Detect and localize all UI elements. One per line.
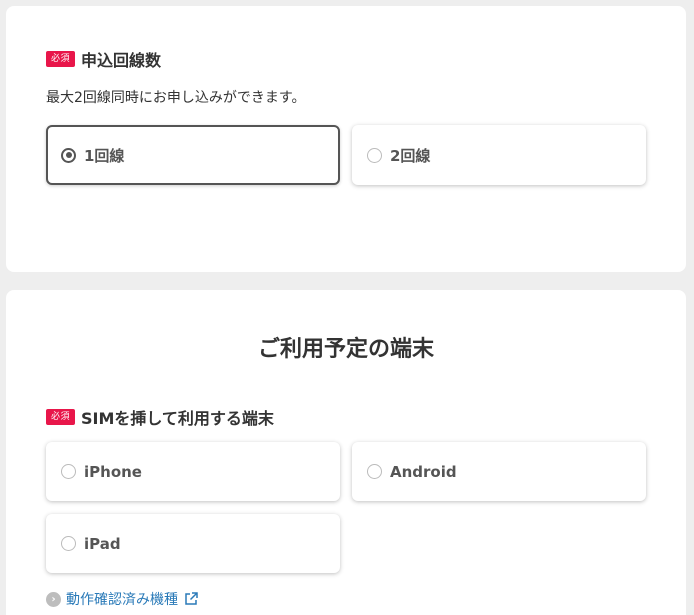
option-label: 1回線 <box>84 146 125 165</box>
external-link-icon <box>183 591 199 607</box>
option-iphone[interactable]: iPhone <box>46 442 340 501</box>
option-2-lines[interactable]: 2回線 <box>352 125 646 185</box>
radio-checked-icon[interactable] <box>61 147 76 163</box>
device-heading: 必須 SIMを挿して利用する端末 <box>46 405 274 429</box>
radio-unchecked-icon[interactable] <box>61 464 76 479</box>
radio-unchecked-icon[interactable] <box>367 464 382 479</box>
required-badge: 必須 <box>46 51 76 67</box>
option-label: iPhone <box>84 462 142 481</box>
lines-description: 最大2回線同時にお申し込みができます。 <box>46 90 306 106</box>
device-card: ご利用予定の端末 必須 SIMを挿して利用する端末 iPhone Android… <box>6 290 686 615</box>
section-title: ご利用予定の端末 <box>257 337 434 362</box>
chevron-right-circle-icon: › <box>46 591 61 607</box>
radio-unchecked-icon[interactable] <box>367 147 382 163</box>
option-android[interactable]: Android <box>352 442 646 501</box>
required-badge: 必須 <box>46 409 76 425</box>
verified-devices-link[interactable]: › 動作確認済み機種 <box>46 589 199 609</box>
option-ipad[interactable]: iPad <box>46 514 340 573</box>
option-1-line[interactable]: 1回線 <box>46 125 340 185</box>
option-label: 2回線 <box>390 146 431 165</box>
radio-unchecked-icon[interactable] <box>61 536 76 551</box>
link-label[interactable]: 動作確認済み機種 <box>66 589 178 609</box>
device-label: SIMを挿して利用する端末 <box>81 409 274 428</box>
option-label: iPad <box>84 534 121 553</box>
lines-card: 必須 申込回線数 最大2回線同時にお申し込みができます。 1回線 2回線 <box>6 6 686 272</box>
option-label: Android <box>390 462 457 481</box>
lines-label: 申込回線数 <box>81 51 162 70</box>
lines-heading: 必須 申込回線数 <box>46 47 161 71</box>
